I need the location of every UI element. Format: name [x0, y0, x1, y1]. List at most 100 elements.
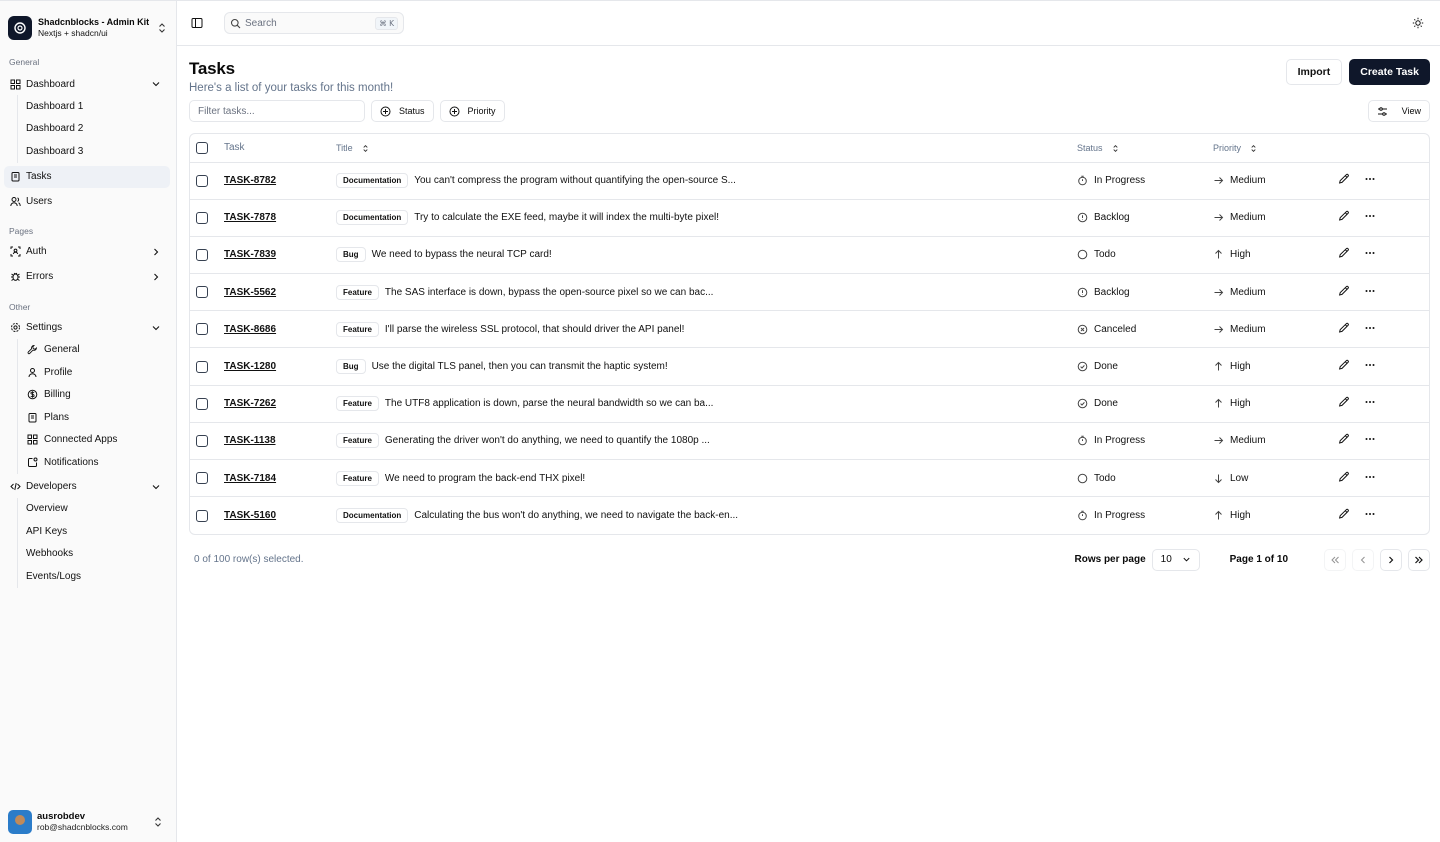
row-checkbox[interactable] — [196, 397, 208, 410]
rows-per-page-select[interactable]: 10 — [1151, 548, 1200, 571]
sidebar-item-developers[interactable]: Developers — [0, 476, 170, 498]
edit-task-button[interactable] — [1338, 322, 1350, 337]
row-checkbox[interactable] — [196, 248, 208, 261]
sidebar-item-settings-general[interactable]: General — [26, 339, 170, 362]
row-checkbox[interactable] — [196, 323, 208, 336]
edit-task-button[interactable] — [1338, 210, 1350, 225]
table-row[interactable]: TASK-8686 Feature I'll parse the wireless… — [190, 310, 1429, 349]
row-checkbox[interactable] — [196, 211, 208, 224]
team-switcher[interactable]: Shadcnblocks - Admin Kit Nextjs + shadcn… — [0, 1, 176, 45]
row-menu-button[interactable] — [1364, 322, 1376, 337]
row-checkbox[interactable] — [196, 174, 208, 187]
sidebar-item-connected-apps[interactable]: Connected Apps — [26, 429, 170, 452]
table-row[interactable]: TASK-7184 Feature We need to program the … — [190, 459, 1429, 498]
sidebar-item-notifications[interactable]: Notifications — [26, 451, 170, 474]
sidebar-item-api-keys[interactable]: API Keys — [26, 520, 170, 543]
table-body: TASK-8782 Documentation You can't compres… — [190, 162, 1429, 534]
table-row[interactable]: TASK-7839 Bug We need to bypass the neura… — [190, 236, 1429, 275]
edit-task-button[interactable] — [1338, 359, 1350, 374]
task-id-link[interactable]: TASK-7262 — [224, 398, 276, 409]
row-checkbox[interactable] — [196, 286, 208, 299]
priority-filter-button[interactable]: Priority — [439, 100, 505, 122]
pencil-icon — [1338, 211, 1349, 221]
task-title: The UTF8 application is down, parse the … — [384, 398, 714, 410]
row-menu-button[interactable] — [1364, 396, 1376, 411]
task-id-link[interactable]: TASK-7878 — [224, 212, 276, 223]
edit-task-button[interactable] — [1338, 285, 1350, 300]
sidebar-item-billing[interactable]: Billing — [26, 384, 170, 407]
header-title-sort[interactable]: Title — [336, 134, 1077, 163]
stopwatch-icon — [1078, 510, 1087, 521]
table-row[interactable]: TASK-1138 Feature Generating the driver w… — [190, 422, 1429, 461]
row-menu-button[interactable] — [1364, 173, 1376, 188]
table-row[interactable]: TASK-7878 Documentation Try to calculate … — [190, 199, 1429, 237]
pencil-icon — [1338, 322, 1349, 333]
next-page-button[interactable] — [1380, 548, 1402, 571]
select-all-checkbox[interactable] — [196, 141, 208, 154]
task-id-link[interactable]: TASK-7839 — [224, 249, 276, 260]
sidebar-item-tasks[interactable]: Tasks — [4, 165, 170, 188]
sidebar-item-dashboard[interactable]: Dashboard — [0, 73, 170, 95]
task-id-link[interactable]: TASK-5562 — [224, 287, 276, 298]
view-options-button[interactable]: View — [1367, 100, 1430, 122]
create-task-button[interactable]: Create Task — [1349, 59, 1430, 85]
task-id-link[interactable]: TASK-1280 — [224, 361, 276, 372]
sidebar-item-dashboard-3[interactable]: Dashboard 3 — [26, 140, 170, 163]
task-id-link[interactable]: TASK-5160 — [224, 510, 276, 521]
sidebar-item-dashboard-2[interactable]: Dashboard 2 — [26, 118, 170, 141]
row-menu-button[interactable] — [1364, 471, 1376, 486]
table-row[interactable]: TASK-5562 Feature The SAS interface is do… — [190, 273, 1429, 312]
sidebar-item-events-logs[interactable]: Events/Logs — [26, 565, 170, 588]
row-checkbox[interactable] — [196, 434, 208, 447]
sidebar-item-auth[interactable]: Auth — [0, 241, 170, 263]
edit-task-button[interactable] — [1338, 433, 1350, 448]
rows-per-page-value: 10 — [1160, 554, 1172, 566]
sidebar-item-errors[interactable]: Errors — [0, 266, 170, 288]
task-id-link[interactable]: TASK-8782 — [224, 175, 276, 186]
status-filter-button[interactable]: Status — [371, 100, 434, 122]
last-page-button[interactable] — [1408, 548, 1430, 571]
row-menu-button[interactable] — [1364, 433, 1376, 448]
edit-task-button[interactable] — [1338, 173, 1350, 188]
filter-tasks-input[interactable] — [189, 100, 365, 122]
arrow-down-icon — [1215, 474, 1222, 483]
import-button[interactable]: Import — [1285, 59, 1343, 85]
sidebar-item-profile[interactable]: Profile — [26, 361, 170, 384]
row-checkbox[interactable] — [196, 509, 208, 522]
sidebar-item-dashboard-1[interactable]: Dashboard 1 — [26, 95, 170, 118]
sidebar-item-plans[interactable]: Plans — [26, 406, 170, 429]
sidebar-item-users[interactable]: Users — [0, 191, 170, 213]
search-input[interactable]: Search ⌘ K — [224, 12, 404, 34]
sidebar-item-overview[interactable]: Overview — [26, 498, 170, 521]
row-menu-button[interactable] — [1364, 247, 1376, 262]
row-menu-button[interactable] — [1364, 210, 1376, 225]
row-checkbox[interactable] — [196, 472, 208, 485]
sidebar-item-settings[interactable]: Settings — [0, 317, 170, 339]
edit-task-button[interactable] — [1338, 508, 1350, 523]
task-id-link[interactable]: TASK-1138 — [224, 435, 276, 446]
sidebar-item-label: Dashboard — [26, 78, 75, 90]
pencil-icon — [1338, 359, 1349, 370]
theme-toggle-button[interactable] — [1410, 15, 1426, 31]
table-row[interactable]: TASK-1280 Bug Use the digital TLS panel, … — [190, 347, 1429, 386]
task-priority: Medium — [1230, 212, 1266, 224]
sidebar-item-webhooks[interactable]: Webhooks — [26, 543, 170, 566]
edit-task-button[interactable] — [1338, 396, 1350, 411]
table-row[interactable]: TASK-5160 Documentation Calculating the b… — [190, 497, 1429, 534]
row-menu-button[interactable] — [1364, 508, 1376, 523]
table-row[interactable]: TASK-8782 Documentation You can't compres… — [190, 162, 1429, 200]
header-status-sort[interactable]: Status — [1077, 134, 1213, 163]
row-menu-button[interactable] — [1364, 359, 1376, 374]
previous-page-button[interactable] — [1352, 548, 1374, 571]
edit-task-button[interactable] — [1338, 247, 1350, 262]
table-row[interactable]: TASK-7262 Feature The UTF8 application is… — [190, 385, 1429, 423]
edit-task-button[interactable] — [1338, 471, 1350, 486]
task-id-link[interactable]: TASK-7184 — [224, 473, 276, 484]
task-id-link[interactable]: TASK-8686 — [224, 324, 276, 335]
user-menu[interactable]: ausrobdev rob@shadcnblocks.com — [8, 810, 164, 834]
header-priority-sort[interactable]: Priority — [1213, 134, 1338, 163]
row-checkbox[interactable] — [196, 360, 208, 373]
sidebar-toggle-button[interactable] — [189, 15, 205, 31]
row-menu-button[interactable] — [1364, 285, 1376, 300]
first-page-button[interactable] — [1324, 548, 1346, 571]
